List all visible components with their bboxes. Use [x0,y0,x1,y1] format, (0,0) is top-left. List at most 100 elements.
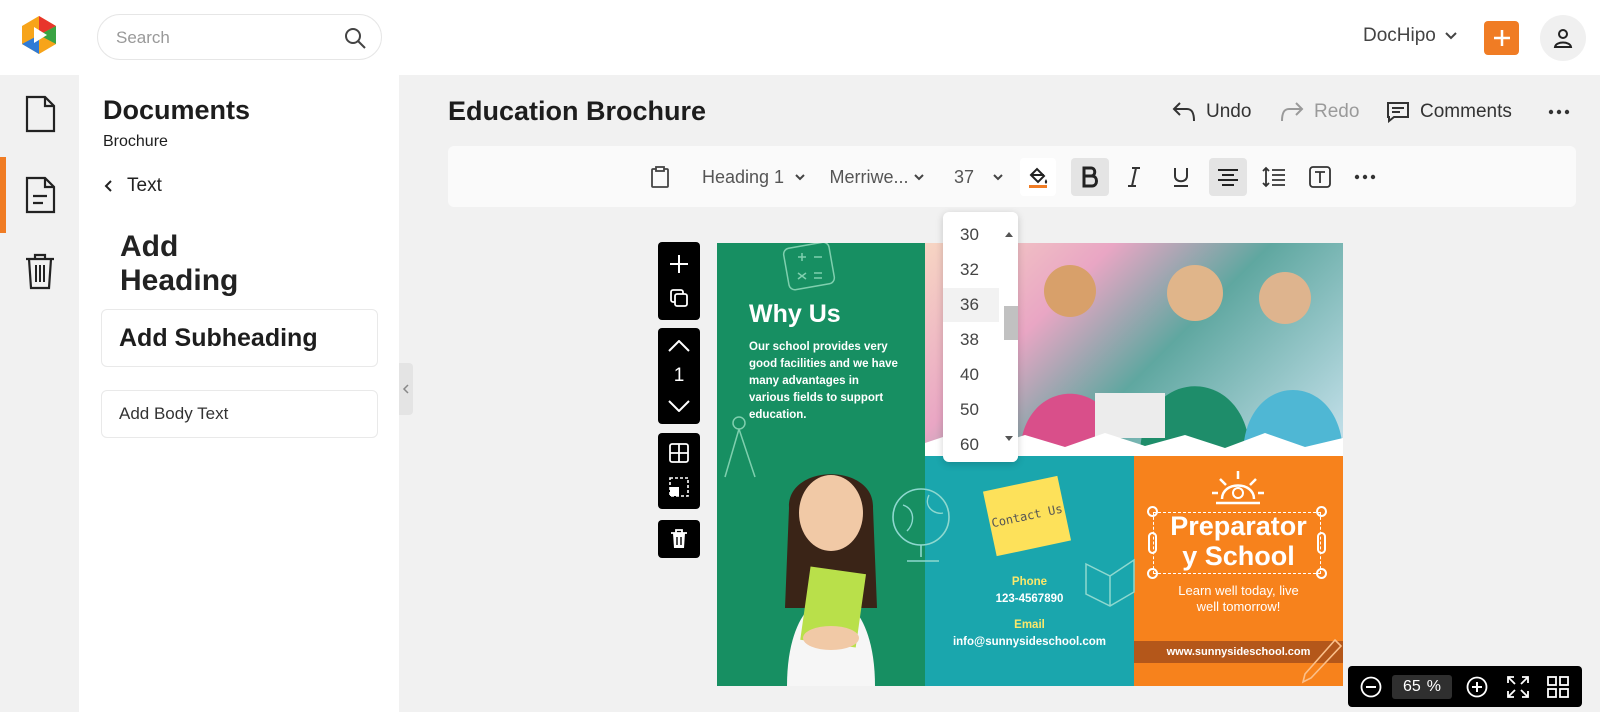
book-doodle-icon [1085,558,1135,607]
page-grid-view-button[interactable] [1545,674,1571,700]
scroll-up-arrow-icon[interactable] [1004,230,1014,238]
redo-icon [1281,102,1304,122]
toolbar-more-button[interactable] [1348,158,1382,196]
scrollbar-thumb[interactable] [1004,306,1018,340]
zoom-out-icon [1360,676,1382,698]
chevron-down-icon [913,174,924,181]
comments-button[interactable]: Comments [1386,97,1512,127]
italic-button[interactable] [1117,158,1151,196]
top-bar: DocHipo [0,0,1600,75]
undo-button[interactable]: Undo [1172,97,1251,127]
font-size-option[interactable]: 38 [943,323,999,357]
underline-button[interactable] [1164,158,1198,196]
line-spacing-button[interactable] [1257,158,1291,196]
chevron-left-icon [402,384,409,394]
text-color-button[interactable] [1020,158,1056,196]
why-us-title[interactable]: Why Us [749,300,841,329]
duplicate-page-button[interactable] [658,282,700,314]
add-body-label: Add Body Text [119,404,229,423]
redo-button[interactable]: Redo [1280,97,1359,127]
grid-button[interactable] [658,437,700,469]
paint-bucket-icon [1029,167,1048,188]
email-label[interactable]: Email [925,619,1134,631]
font-size-option-highlighted[interactable]: 36 [943,288,999,322]
trash-icon [671,529,687,548]
scroll-down-arrow-icon[interactable] [1004,435,1014,443]
font-size-option[interactable]: 32 [943,253,999,287]
undo-icon [1172,102,1195,122]
page-down-button[interactable] [658,392,700,420]
align-center-icon [1218,169,1238,186]
font-family-value: Merriwe... [829,166,909,187]
dropdown-scrollbar[interactable] [999,212,1018,462]
back-to-text-button[interactable]: Text [103,175,162,197]
chevron-down-icon [795,174,805,181]
font-size-option[interactable]: 60 [943,428,999,462]
grid-select-tools [658,433,700,509]
font-size-dropdown[interactable]: 30 32 36 38 40 50 60 [943,212,1018,462]
globe-doodle-icon [892,488,950,562]
undo-label: Undo [1206,101,1252,122]
font-size-value: 37 [953,166,975,187]
account-menu[interactable]: DocHipo [1363,22,1458,50]
rail-item-documents[interactable] [0,76,79,152]
tagline-text[interactable]: Learn well today, live well tomorrow! [1134,583,1343,615]
text-box-button[interactable] [1303,158,1337,196]
page-number: 1 [673,365,685,386]
text-style-value: Heading 1 [701,166,785,187]
text-box-icon [1309,166,1331,188]
brochure-canvas[interactable]: Why Us Our school provides very good fac… [717,243,1343,686]
back-label: Text [127,175,162,196]
email-value[interactable]: info@sunnysideschool.com [925,636,1134,648]
left-rail [0,75,79,712]
grid-icon [669,443,689,463]
panel-title: Documents [103,95,251,125]
plus-icon [1493,30,1510,46]
font-size-option[interactable]: 50 [943,393,999,427]
align-center-button[interactable] [1209,158,1247,196]
select-area-icon [669,477,689,497]
search-box[interactable] [97,14,382,60]
text-style-select[interactable]: Heading 1 [698,158,810,196]
fit-screen-button[interactable] [1505,674,1531,700]
duplicate-icon [670,289,688,307]
zoom-out-button[interactable] [1358,674,1384,700]
comment-icon [1387,102,1409,123]
chevron-down-icon [993,174,1003,181]
clipboard-icon [651,166,669,188]
rail-item-trash[interactable] [0,233,79,309]
font-size-select[interactable]: 37 [947,158,1011,196]
paste-style-button[interactable] [648,158,672,196]
underline-icon [1174,168,1188,187]
add-body-text-button[interactable]: Add Body Text [101,390,378,438]
create-button[interactable] [1484,21,1519,55]
add-heading-button[interactable]: Add Heading [101,230,238,297]
delete-tools [658,520,700,558]
font-family-select[interactable]: Merriwe... [829,158,925,196]
zoom-level[interactable]: 65 % [1392,675,1452,699]
font-size-option[interactable]: 40 [943,358,999,392]
chevron-down-icon [1445,32,1457,40]
page-up-button[interactable] [658,332,700,360]
document-title[interactable]: Education Brochure [448,96,713,132]
zoom-bar: 65 % [1348,666,1582,707]
add-subheading-label: Add Subheading [119,323,318,352]
bold-button[interactable] [1071,158,1109,196]
add-page-button[interactable] [658,248,700,280]
more-options-button[interactable] [1548,97,1570,127]
zoom-in-button[interactable] [1464,674,1490,700]
why-us-text[interactable]: Our school provides very good facilities… [749,339,899,424]
grid-view-icon [1547,676,1569,698]
user-avatar[interactable] [1540,15,1586,61]
app-logo-icon[interactable] [18,14,60,56]
delete-page-button[interactable] [658,523,700,555]
select-area-button[interactable] [658,471,700,503]
rail-item-text-documents[interactable] [0,157,79,233]
font-size-option[interactable]: 30 [943,218,999,252]
more-horizontal-icon [1354,174,1376,180]
school-name-heading[interactable]: Preparator y School [1134,511,1343,571]
search-input[interactable] [116,27,326,49]
collapse-panel-handle[interactable] [399,363,413,415]
add-subheading-button[interactable]: Add Subheading [101,309,378,367]
search-icon[interactable] [343,26,367,50]
